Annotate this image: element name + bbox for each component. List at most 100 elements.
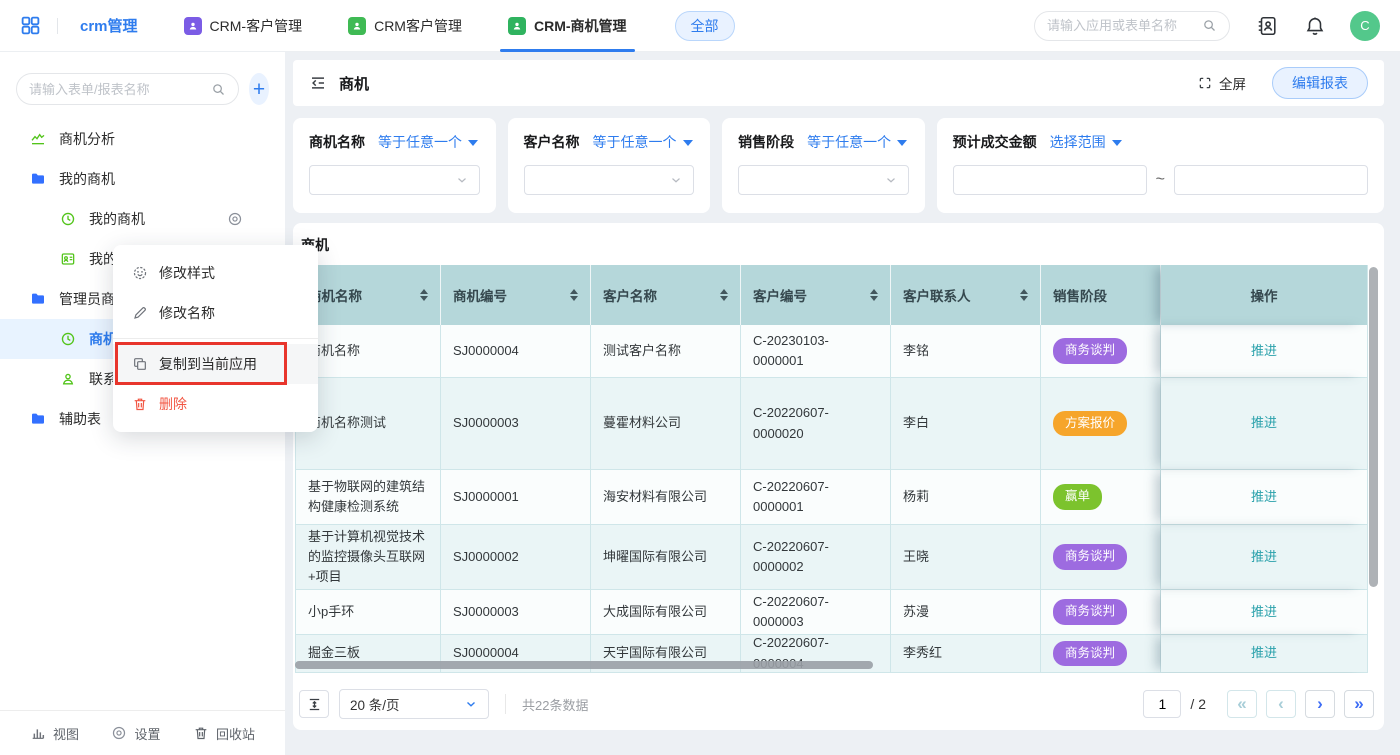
advance-link[interactable]: 推进	[1251, 341, 1277, 361]
app-tab[interactable]: CRM-商机管理	[508, 0, 627, 52]
stage-badge: 方案报价	[1053, 411, 1127, 436]
card-icon	[60, 251, 76, 267]
column-header[interactable]: 销售阶段	[1041, 265, 1161, 325]
sidebar-footer-settings[interactable]: 设置	[111, 724, 160, 743]
app-tab-label: CRM-客户管理	[210, 16, 303, 36]
filter-select[interactable]	[524, 165, 695, 195]
cell-text: 李秀红	[903, 643, 942, 663]
filter-condition-label: 选择范围	[1050, 132, 1106, 152]
column-header[interactable]: 客户名称	[591, 265, 741, 325]
form-search-input[interactable]	[29, 82, 205, 97]
table-cell: SJ0000001	[441, 470, 591, 524]
filter-control	[738, 165, 909, 195]
menu-item-label: 删除	[159, 394, 187, 414]
table-footer: 20 条/页 共22条数据 / 2 «‹›»	[299, 688, 1374, 720]
contacts-icon[interactable]	[1256, 15, 1278, 37]
gear-icon	[227, 211, 243, 227]
page-number-input[interactable]	[1143, 690, 1181, 718]
sidebar-item[interactable]: 我的商机	[0, 199, 285, 239]
stage-cell: 赢单	[1041, 470, 1161, 524]
table-header-row: 商机名称商机编号客户名称客户编号客户联系人销售阶段操作	[296, 265, 1367, 325]
copy-icon	[132, 356, 148, 372]
sort-icon[interactable]	[562, 289, 578, 301]
pencil-icon	[132, 305, 148, 321]
collapse-sidebar-icon[interactable]	[309, 74, 327, 92]
app-tab-icon	[508, 17, 526, 35]
sort-icon[interactable]	[712, 289, 728, 301]
sort-icon[interactable]	[412, 289, 428, 301]
stage-badge: 商务谈判	[1053, 599, 1127, 624]
apps-grid-icon[interactable]	[20, 15, 41, 36]
horizontal-scrollbar[interactable]	[295, 661, 873, 669]
range-min-input[interactable]	[953, 165, 1147, 195]
filter-card: 商机名称等于任意一个	[293, 118, 496, 213]
table-row: 小p手环SJ0000003大成国际有限公司C-20220607-0000003苏…	[296, 590, 1367, 635]
advance-link[interactable]: 推进	[1251, 487, 1277, 507]
prev-page-button[interactable]: ‹	[1266, 690, 1296, 718]
table-cell: SJ0000002	[441, 525, 591, 589]
column-header[interactable]: 商机编号	[441, 265, 591, 325]
column-header[interactable]: 操作	[1161, 265, 1367, 325]
sidebar-footer-views[interactable]: 视图	[30, 724, 79, 743]
stage-cell: 商务谈判	[1041, 635, 1161, 672]
next-page-button[interactable]: ›	[1305, 690, 1335, 718]
add-button[interactable]: +	[249, 73, 269, 105]
sidebar-item[interactable]: 商机分析	[0, 119, 285, 159]
sidebar-footer-recycle[interactable]: 回收站	[193, 724, 255, 743]
folder-icon	[30, 171, 46, 187]
edit-report-button[interactable]: 编辑报表	[1272, 67, 1368, 99]
cell-text: 杨莉	[903, 487, 929, 507]
column-header[interactable]: 客户联系人	[891, 265, 1041, 325]
filter-head: 预计成交金额选择范围	[953, 132, 1368, 152]
vertical-scrollbar-thumb[interactable]	[1369, 267, 1378, 587]
filter-condition[interactable]: 等于任意一个	[593, 132, 693, 152]
filter-condition[interactable]: 等于任意一个	[807, 132, 907, 152]
all-tabs-button[interactable]: 全部	[675, 11, 735, 41]
table-cell: 测试客户名称	[591, 325, 741, 377]
caret-down-icon	[1112, 140, 1122, 146]
row-height-button[interactable]	[299, 690, 329, 718]
bars-icon	[30, 725, 46, 741]
user-avatar[interactable]: C	[1350, 11, 1380, 41]
table-cell: 李白	[891, 378, 1041, 469]
advance-link[interactable]: 推进	[1251, 602, 1277, 622]
table-row: 商机名称SJ0000004测试客户名称C-20230103-0000001李铭商…	[296, 325, 1367, 378]
filter-select[interactable]	[738, 165, 909, 195]
column-header[interactable]: 客户编号	[741, 265, 891, 325]
advance-link[interactable]: 推进	[1251, 643, 1277, 663]
global-search[interactable]	[1034, 11, 1230, 41]
table-cell: 海安材料有限公司	[591, 470, 741, 524]
vertical-scrollbar[interactable]	[1369, 267, 1378, 671]
bell-icon[interactable]	[1304, 15, 1326, 37]
form-search[interactable]	[16, 73, 239, 105]
app-tab[interactable]: CRM-客户管理	[184, 0, 303, 52]
advance-link[interactable]: 推进	[1251, 547, 1277, 567]
cell-text: 李铭	[903, 341, 929, 361]
last-page-button[interactable]: »	[1344, 690, 1374, 718]
menu-item[interactable]: 修改样式	[113, 253, 318, 293]
app-tabs: CRM-客户管理 CRM客户管理 CRM-商机管理	[184, 0, 673, 52]
sidebar-item[interactable]: 我的商机	[0, 159, 285, 199]
first-page-button[interactable]: «	[1227, 690, 1257, 718]
page-size-select[interactable]: 20 条/页	[339, 689, 489, 719]
sidebar-item-label: 我的商机	[89, 209, 145, 229]
cell-text: SJ0000004	[453, 341, 519, 361]
filter-condition[interactable]: 等于任意一个	[378, 132, 478, 152]
app-tab[interactable]: CRM客户管理	[348, 0, 462, 52]
chart-icon	[30, 131, 46, 147]
range-max-input[interactable]	[1174, 165, 1368, 195]
chevron-icon	[669, 173, 683, 187]
total-count: 共22条数据	[505, 694, 588, 714]
filter-condition[interactable]: 选择范围	[1050, 132, 1122, 152]
fullscreen-button[interactable]: 全屏	[1198, 73, 1246, 93]
global-search-input[interactable]	[1047, 18, 1194, 33]
table-cell: 大成国际有限公司	[591, 590, 741, 634]
menu-item[interactable]: 复制到当前应用	[113, 344, 318, 384]
app-brand[interactable]: crm管理	[80, 15, 138, 36]
menu-item[interactable]: 删除	[113, 384, 318, 424]
advance-link[interactable]: 推进	[1251, 413, 1277, 433]
menu-item[interactable]: 修改名称	[113, 293, 318, 333]
sort-icon[interactable]	[1012, 289, 1028, 301]
sort-icon[interactable]	[862, 289, 878, 301]
filter-select[interactable]	[309, 165, 480, 195]
